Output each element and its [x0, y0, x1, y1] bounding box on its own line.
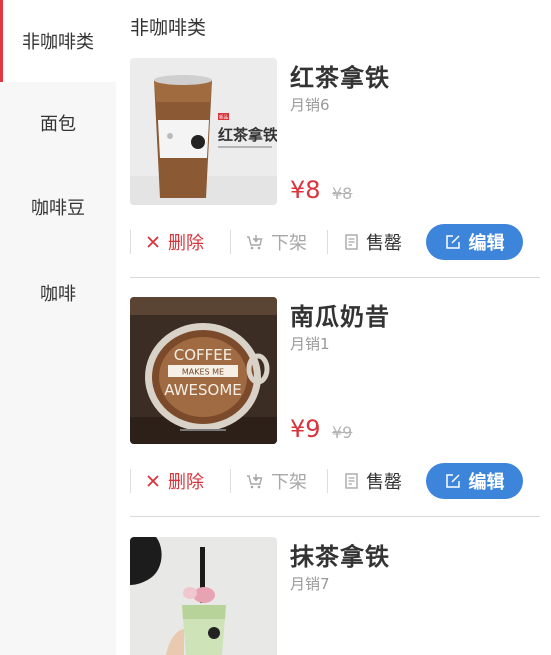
cart-down-icon [246, 234, 263, 250]
product-price: ¥8 [290, 176, 321, 204]
take-down-label: 下架 [271, 472, 307, 493]
delete-label: 删除 [168, 472, 204, 493]
divider [327, 230, 328, 254]
sidebar-item-label: 面包 [40, 114, 76, 135]
divider [327, 469, 328, 493]
product-card: 抹茶拿铁 月销7 [130, 537, 540, 655]
product-image[interactable]: 红茶拿铁 新品 [130, 58, 277, 205]
sidebar-item-coffee-beans[interactable]: 咖啡豆 [0, 166, 116, 248]
document-icon [345, 234, 358, 250]
cup-sign-text: 红茶拿铁 [218, 126, 277, 144]
close-icon [146, 235, 160, 249]
edit-button[interactable]: 编辑 [426, 463, 523, 499]
edit-label: 编辑 [468, 472, 505, 493]
sidebar-item-label: 非咖啡类 [22, 32, 94, 53]
divider [230, 230, 231, 254]
product-list: 非咖啡类 红茶拿铁 新品 红茶拿铁 月销6 ¥8 ¥8 删除 下架 售罄 编辑 … [116, 0, 551, 655]
edit-icon [445, 473, 461, 489]
delete-button[interactable]: 删除 [146, 463, 204, 499]
take-down-button[interactable]: 下架 [246, 224, 307, 260]
sidebar-item-bread[interactable]: 面包 [0, 82, 116, 164]
category-sidebar: 非咖啡类 面包 咖啡豆 咖啡 [0, 0, 116, 655]
sidebar-item-label: 咖啡豆 [31, 198, 85, 219]
sidebar-item-coffee[interactable]: 咖啡 [0, 252, 116, 334]
sold-out-label: 售罄 [366, 472, 402, 493]
cup-sign-tag: 新品 [219, 114, 228, 121]
sold-out-button[interactable]: 售罄 [345, 463, 402, 499]
divider [230, 469, 231, 493]
take-down-label: 下架 [271, 233, 307, 254]
product-name: 抹茶拿铁 [290, 543, 390, 571]
edit-icon [445, 234, 461, 250]
svg-text:MAKES ME: MAKES ME [182, 368, 224, 377]
divider [130, 469, 131, 493]
delete-label: 删除 [168, 233, 204, 254]
product-name: 南瓜奶昔 [290, 303, 390, 331]
close-icon [146, 474, 160, 488]
product-actions: 删除 下架 售罄 编辑 [130, 463, 540, 499]
product-price: ¥9 [290, 415, 321, 443]
card-divider [130, 516, 540, 517]
product-sales: 月销1 [290, 335, 330, 353]
sidebar-item-non-coffee[interactable]: 非咖啡类 [0, 0, 116, 82]
sold-out-label: 售罄 [366, 233, 402, 254]
product-name: 红茶拿铁 [290, 64, 390, 92]
svg-text:COFFEE: COFFEE [174, 346, 233, 364]
product-original-price: ¥8 [332, 184, 353, 203]
product-image[interactable] [130, 537, 277, 655]
cart-down-icon [246, 473, 263, 489]
section-title: 非咖啡类 [130, 17, 207, 39]
product-sales: 月销7 [290, 575, 330, 593]
divider [130, 230, 131, 254]
sidebar-item-label: 咖啡 [40, 284, 76, 305]
delete-button[interactable]: 删除 [146, 224, 204, 260]
product-card: 红茶拿铁 新品 红茶拿铁 月销6 ¥8 ¥8 删除 下架 售罄 编辑 [130, 58, 540, 296]
sold-out-button[interactable]: 售罄 [345, 224, 402, 260]
product-original-price: ¥9 [332, 423, 353, 442]
edit-label: 编辑 [468, 233, 505, 254]
take-down-button[interactable]: 下架 [246, 463, 307, 499]
product-actions: 删除 下架 售罄 编辑 [130, 224, 540, 260]
product-image[interactable]: COFFEE MAKES ME AWESOME [130, 297, 277, 444]
product-card: COFFEE MAKES ME AWESOME 南瓜奶昔 月销1 ¥9 ¥9 删… [130, 297, 540, 535]
product-sales: 月销6 [290, 96, 330, 114]
document-icon [345, 473, 358, 489]
svg-text:AWESOME: AWESOME [164, 381, 242, 399]
card-divider [130, 277, 540, 278]
edit-button[interactable]: 编辑 [426, 224, 523, 260]
